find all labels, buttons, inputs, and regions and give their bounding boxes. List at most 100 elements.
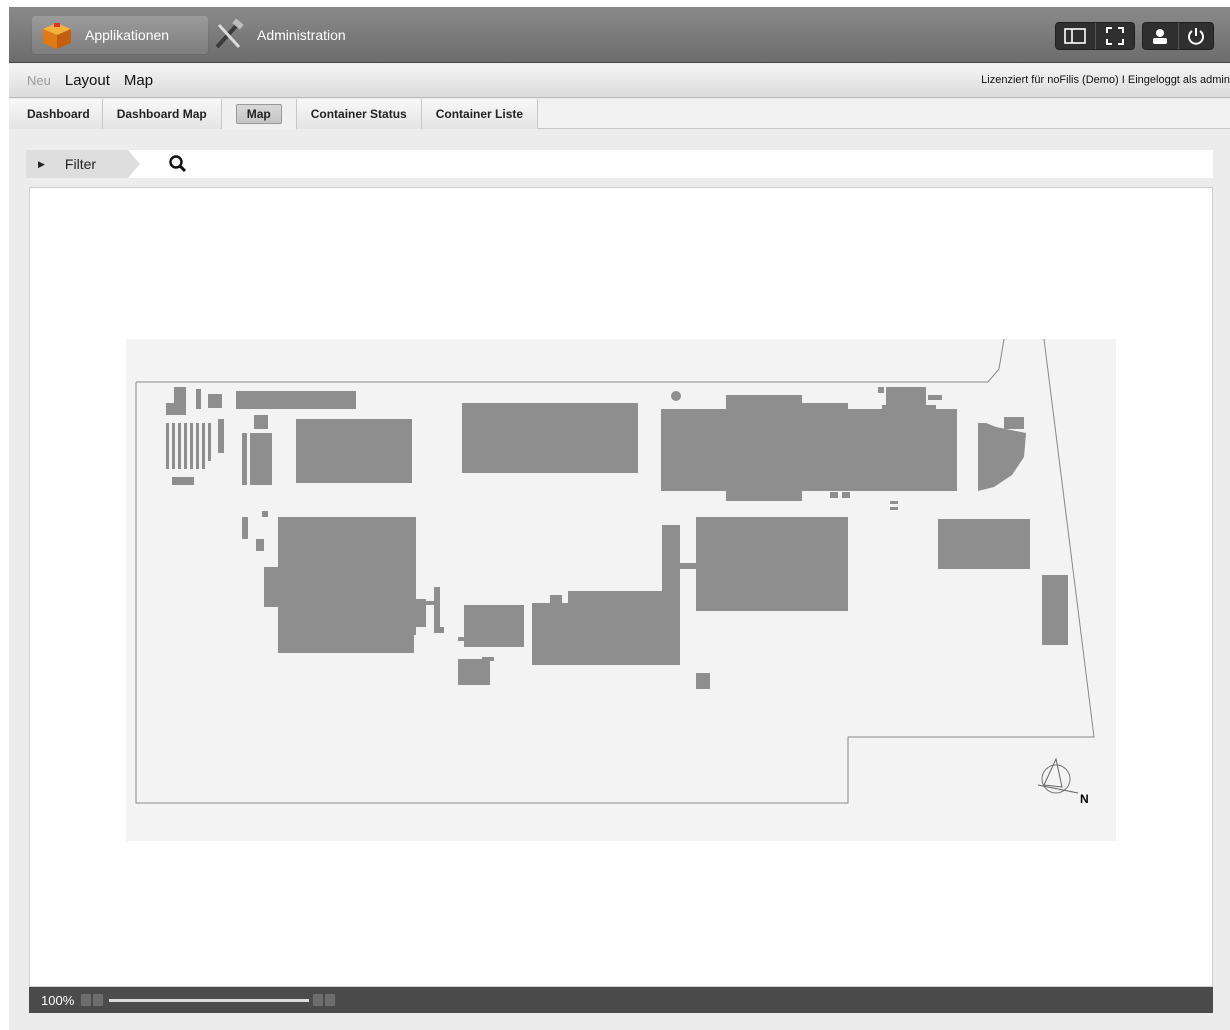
building bbox=[886, 387, 926, 405]
building bbox=[464, 605, 524, 647]
building bbox=[882, 405, 936, 413]
building bbox=[726, 395, 802, 409]
building bbox=[196, 423, 199, 469]
package-icon bbox=[43, 23, 71, 49]
top-bar: Applikationen Administration bbox=[9, 7, 1230, 63]
building bbox=[416, 601, 434, 605]
building bbox=[532, 603, 666, 665]
building bbox=[254, 415, 268, 429]
menu-neu: Neu bbox=[27, 73, 51, 88]
tab-label: Map bbox=[235, 104, 282, 124]
compass-label: N bbox=[1080, 792, 1089, 806]
building bbox=[184, 423, 187, 469]
search-input[interactable] bbox=[196, 152, 1196, 176]
app-tab-applikationen[interactable]: Applikationen bbox=[31, 15, 209, 55]
zoom-next-button[interactable] bbox=[313, 994, 323, 1006]
application-window: Applikationen Administration Neu Layout … bbox=[9, 7, 1230, 1030]
building bbox=[278, 635, 414, 653]
building bbox=[890, 501, 898, 504]
building bbox=[726, 491, 802, 501]
building bbox=[264, 567, 280, 607]
zoom-prev-button[interactable] bbox=[93, 994, 103, 1006]
zoom-first-button[interactable] bbox=[81, 994, 91, 1006]
building bbox=[434, 587, 440, 627]
tab-label: Dashboard bbox=[27, 107, 90, 121]
zoom-slider[interactable] bbox=[109, 998, 309, 1002]
building bbox=[262, 511, 268, 517]
building bbox=[218, 419, 224, 453]
building bbox=[696, 673, 710, 689]
tab-dashboard[interactable]: Dashboard bbox=[9, 99, 103, 129]
logout-button[interactable] bbox=[1179, 23, 1214, 49]
app-tab-administration[interactable]: Administration bbox=[209, 15, 379, 55]
app-tab-label: Applikationen bbox=[85, 27, 170, 43]
filter-toggle-button[interactable]: ▶ Filter bbox=[26, 150, 140, 178]
fullscreen-button[interactable] bbox=[1096, 23, 1135, 49]
license-status: Lizenziert für noFilis (Demo) I Eingelog… bbox=[981, 74, 1230, 86]
building bbox=[830, 492, 838, 498]
tools-icon bbox=[215, 18, 244, 49]
building bbox=[458, 659, 490, 685]
building bbox=[196, 389, 201, 409]
building bbox=[568, 591, 666, 605]
building bbox=[458, 637, 466, 641]
building bbox=[256, 539, 264, 551]
zoom-level: 100% bbox=[41, 992, 75, 1008]
app-tab-label: Administration bbox=[257, 27, 346, 43]
tab-label: Container Status bbox=[310, 107, 407, 121]
building bbox=[208, 423, 211, 461]
zoom-last-button[interactable] bbox=[325, 994, 335, 1006]
menu-map[interactable]: Map bbox=[124, 72, 153, 89]
building bbox=[434, 627, 444, 633]
menu-bar: Neu Layout Map Lizenziert für noFilis (D… bbox=[9, 64, 1230, 98]
split-view-button[interactable] bbox=[1056, 23, 1096, 49]
filter-label: Filter bbox=[64, 156, 97, 172]
building bbox=[236, 391, 356, 409]
map-panel[interactable]: N bbox=[29, 187, 1213, 987]
user-icon bbox=[1153, 29, 1168, 44]
zoom-bar: 100% bbox=[29, 987, 1213, 1013]
building bbox=[1042, 575, 1068, 645]
search-icon[interactable] bbox=[168, 154, 188, 174]
tab-dashboard-map[interactable]: Dashboard Map bbox=[102, 99, 222, 129]
fullscreen-icon bbox=[1105, 27, 1124, 45]
building bbox=[550, 595, 562, 605]
site-map[interactable]: N bbox=[126, 339, 1116, 841]
building bbox=[696, 517, 848, 611]
building bbox=[296, 419, 412, 483]
tab-map[interactable]: Map bbox=[221, 99, 297, 129]
tab-container-liste[interactable]: Container Liste bbox=[421, 99, 539, 129]
building bbox=[662, 525, 680, 665]
building bbox=[1004, 417, 1024, 429]
building bbox=[174, 387, 186, 415]
building bbox=[878, 387, 884, 393]
menu-layout[interactable]: Layout bbox=[65, 72, 110, 89]
building bbox=[278, 517, 416, 635]
building bbox=[928, 395, 942, 400]
building bbox=[242, 517, 248, 539]
building bbox=[842, 492, 850, 498]
tab-label: Container Liste bbox=[435, 107, 524, 121]
user-button[interactable] bbox=[1143, 23, 1179, 49]
building bbox=[802, 403, 848, 413]
building bbox=[250, 433, 272, 485]
tab-label: Dashboard Map bbox=[116, 107, 207, 121]
view-button-group bbox=[1055, 22, 1135, 50]
building bbox=[172, 423, 175, 469]
filter-bar: ▶ Filter bbox=[26, 150, 1213, 178]
building bbox=[661, 409, 957, 491]
building bbox=[671, 391, 681, 401]
building bbox=[890, 507, 898, 510]
account-button-group bbox=[1142, 22, 1214, 50]
building bbox=[208, 394, 222, 408]
building bbox=[242, 433, 247, 485]
building bbox=[166, 423, 169, 469]
building bbox=[938, 519, 1030, 569]
building bbox=[166, 403, 174, 415]
tab-bar: Dashboard Dashboard Map Map Container St… bbox=[9, 99, 1230, 129]
building bbox=[462, 403, 638, 473]
building bbox=[172, 477, 194, 485]
building bbox=[482, 657, 494, 661]
building bbox=[680, 563, 696, 569]
tab-container-status[interactable]: Container Status bbox=[296, 99, 422, 129]
